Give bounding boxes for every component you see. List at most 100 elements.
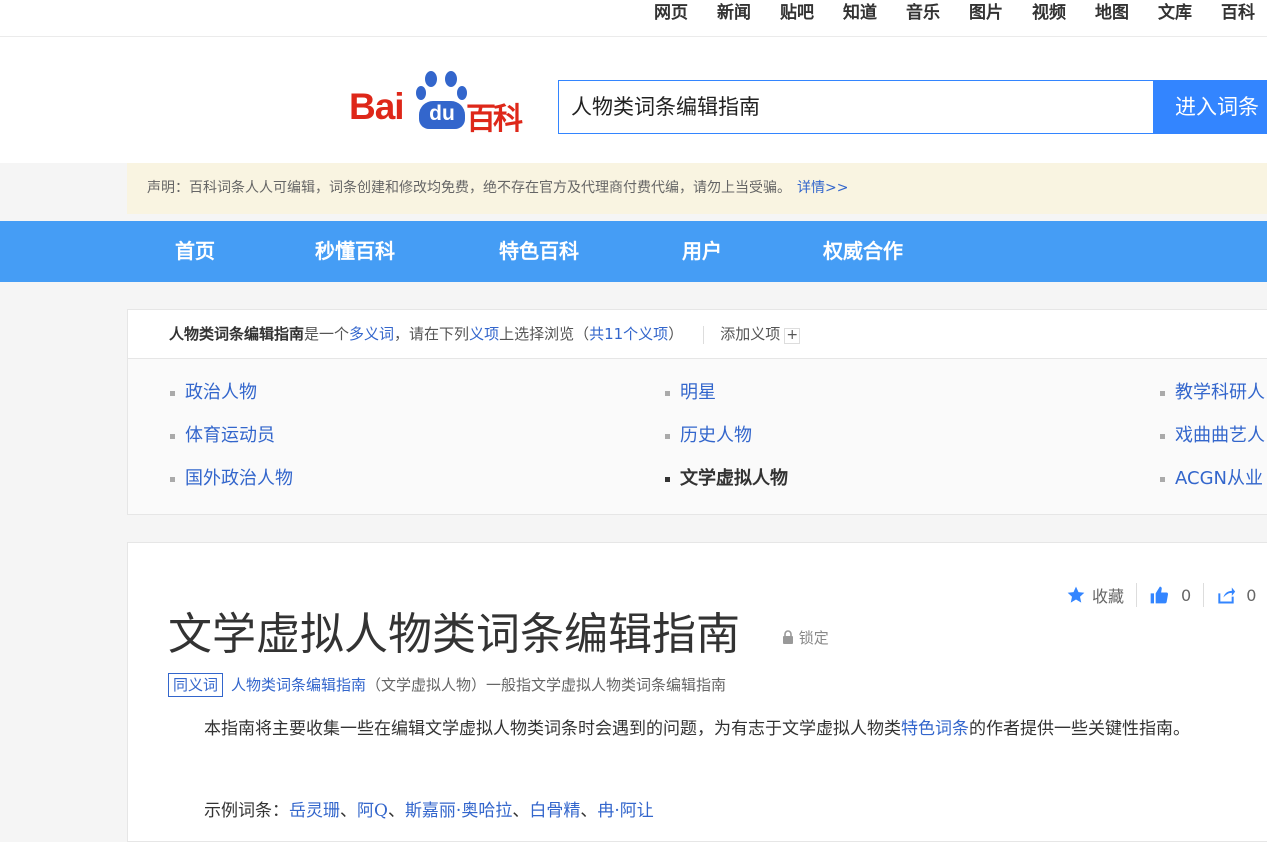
logo-baike-text: 百科 bbox=[466, 102, 523, 137]
polysemy-box: 人物类词条编辑指南是一个多义词，请在下列义项上选择浏览（共11个义项） 添加义项 +… bbox=[127, 309, 1267, 515]
bullet-icon bbox=[1160, 433, 1165, 439]
search-input[interactable]: 人物类词条编辑指南 bbox=[558, 80, 1154, 134]
divider bbox=[703, 325, 705, 344]
sense-label: 文学虚拟人物 bbox=[680, 468, 788, 489]
baidu-baike-logo[interactable]: Bai du 百科 bbox=[349, 70, 534, 137]
sense-label: 戏曲曲艺人 bbox=[1175, 425, 1265, 446]
sense-label: 明星 bbox=[680, 382, 716, 403]
like-button[interactable]: 0 bbox=[1149, 585, 1191, 605]
nav-featured[interactable]: 特色百科 bbox=[499, 237, 579, 265]
intro-paragraph: 本指南将主要收集一些在编辑文学虚拟人物类词条时会遇到的问题，为有志于文学虚拟人物… bbox=[168, 713, 1228, 745]
topnav-wenku[interactable]: 文库 bbox=[1158, 3, 1192, 23]
divider bbox=[1136, 583, 1138, 607]
star-icon bbox=[1067, 586, 1085, 603]
example-link[interactable]: 斯嘉丽·奥哈拉 bbox=[405, 801, 512, 821]
polysemy-text: 上选择浏览（ bbox=[499, 325, 590, 343]
sense-label: 政治人物 bbox=[185, 382, 257, 403]
para-text: 本指南将主要收集一些在编辑文学虚拟人物类词条时会遇到的问题，为有志于文学虚拟人物… bbox=[204, 719, 901, 739]
topnav-map[interactable]: 地图 bbox=[1095, 3, 1129, 23]
bullet-icon bbox=[170, 476, 175, 482]
topnav-news[interactable]: 新闻 bbox=[717, 3, 751, 23]
article-content: 收藏 0 0 文学虚拟人物类词条编辑指南 锁定 同义词 人物类词条编辑指南（文学虚… bbox=[127, 542, 1267, 842]
lock-label: 锁定 bbox=[798, 629, 829, 647]
polysemy-link[interactable]: 多义词 bbox=[349, 325, 394, 343]
separator: 、 bbox=[387, 801, 405, 821]
example-link[interactable]: 冉·阿让 bbox=[597, 801, 653, 821]
sense-item[interactable]: ACGN从业 bbox=[1160, 468, 1263, 490]
bullet-icon bbox=[1160, 390, 1165, 396]
bullet-icon bbox=[665, 476, 670, 482]
separator: 、 bbox=[340, 801, 357, 821]
logo-bai-text: Bai bbox=[349, 86, 405, 127]
nav-home[interactable]: 首页 bbox=[175, 237, 215, 265]
polysemy-header: 人物类词条编辑指南是一个多义词，请在下列义项上选择浏览（共11个义项） 添加义项 + bbox=[128, 310, 1267, 359]
main-nav: 首页 秒懂百科 特色百科 用户 权威合作 bbox=[0, 221, 1267, 282]
topnav-music[interactable]: 音乐 bbox=[906, 3, 940, 23]
thumbs-up-icon bbox=[1150, 586, 1169, 604]
sense-label: 历史人物 bbox=[680, 425, 752, 446]
top-nav: 网页 新闻 贴吧 知道 音乐 图片 视频 地图 文库 百科 bbox=[654, 3, 1267, 23]
top-bar: 网页 新闻 贴吧 知道 音乐 图片 视频 地图 文库 百科 bbox=[0, 0, 1267, 37]
bullet-icon bbox=[1160, 476, 1165, 482]
logo-du-text: du bbox=[419, 101, 465, 129]
sense-label: 体育运动员 bbox=[185, 425, 275, 446]
example-link[interactable]: 白骨精 bbox=[529, 801, 580, 821]
polysemy-term: 人物类词条编辑指南 bbox=[169, 325, 305, 343]
topnav-zhidao[interactable]: 知道 bbox=[843, 3, 877, 23]
nav-miaodong[interactable]: 秒懂百科 bbox=[315, 237, 395, 265]
topnav-video[interactable]: 视频 bbox=[1032, 3, 1066, 23]
sense-label: ACGN从业 bbox=[1175, 468, 1263, 489]
notice-details-link[interactable]: 详情>> bbox=[797, 180, 848, 196]
bullet-icon bbox=[170, 390, 175, 396]
bullet-icon bbox=[170, 433, 175, 439]
topnav-baike[interactable]: 百科 bbox=[1221, 3, 1255, 23]
para-text: 的作者提供一些关键性指南。 bbox=[969, 719, 1190, 739]
notice-text: 声明：百科词条人人可编辑，词条创建和修改均免费，绝不存在官方及代理商付费代编，请… bbox=[147, 180, 791, 196]
topnav-tieba[interactable]: 贴吧 bbox=[780, 3, 814, 23]
bullet-icon bbox=[665, 433, 670, 439]
sense-item[interactable]: 历史人物 bbox=[665, 425, 752, 447]
example-link[interactable]: 岳灵珊 bbox=[289, 801, 340, 821]
topnav-images[interactable]: 图片 bbox=[969, 3, 1003, 23]
share-count: 0 bbox=[1246, 585, 1257, 605]
sense-count-link[interactable]: 共11个义项 bbox=[589, 325, 668, 343]
lock-status: 锁定 bbox=[782, 627, 829, 648]
sense-label: 教学科研人 bbox=[1175, 382, 1265, 403]
add-sense-label: 添加义项 bbox=[720, 325, 781, 343]
enter-entry-button[interactable]: 进入词条 bbox=[1153, 80, 1267, 134]
synonym-link[interactable]: 人物类词条编辑指南 bbox=[231, 676, 366, 694]
separator: 、 bbox=[580, 801, 598, 821]
sense-item[interactable]: 明星 bbox=[665, 382, 716, 404]
lock-icon bbox=[783, 630, 793, 644]
featured-entry-link[interactable]: 特色词条 bbox=[901, 719, 969, 739]
share-button[interactable]: 0 bbox=[1216, 585, 1256, 605]
sense-label: 国外政治人物 bbox=[185, 468, 293, 489]
sense-item[interactable]: 戏曲曲艺人 bbox=[1160, 425, 1265, 447]
examples-label: 示例词条： bbox=[204, 801, 289, 821]
synonym-line: 同义词 人物类词条编辑指南（文学虚拟人物）一般指文学虚拟人物类词条编辑指南 bbox=[168, 673, 726, 697]
sense-link[interactable]: 义项 bbox=[469, 325, 499, 343]
article-tools: 收藏 0 0 bbox=[1066, 583, 1256, 607]
notice-bar: 声明：百科词条人人可编辑，词条创建和修改均免费，绝不存在官方及代理商付费代编，请… bbox=[127, 163, 1267, 214]
sense-item[interactable]: 体育运动员 bbox=[170, 425, 275, 447]
polysemy-text: 是一个 bbox=[304, 325, 350, 343]
synonym-tag[interactable]: 同义词 bbox=[168, 673, 224, 697]
sense-item-current: 文学虚拟人物 bbox=[665, 468, 788, 490]
divider bbox=[1203, 583, 1205, 607]
example-entries: 示例词条：岳灵珊、阿Q、斯嘉丽·奥哈拉、白骨精、冉·阿让 bbox=[204, 797, 654, 825]
synonym-text: （文学虚拟人物）一般指文学虚拟人物类词条编辑指南 bbox=[366, 676, 727, 694]
sense-item[interactable]: 国外政治人物 bbox=[170, 468, 293, 490]
example-link[interactable]: 阿Q bbox=[357, 801, 388, 821]
sense-item[interactable]: 教学科研人 bbox=[1160, 382, 1265, 404]
nav-users[interactable]: 用户 bbox=[682, 237, 722, 265]
add-sense-button[interactable]: 添加义项 + bbox=[720, 325, 801, 344]
plus-icon: + bbox=[784, 328, 801, 344]
bullet-icon bbox=[665, 390, 670, 396]
polysemy-text: ，请在下列 bbox=[394, 325, 470, 343]
header: Bai du 百科 人物类词条编辑指南 进入词条 bbox=[0, 37, 1267, 163]
nav-partners[interactable]: 权威合作 bbox=[823, 237, 903, 265]
collect-label: 收藏 bbox=[1092, 587, 1125, 606]
collect-button[interactable]: 收藏 bbox=[1066, 583, 1124, 607]
topnav-web[interactable]: 网页 bbox=[654, 3, 688, 23]
sense-item[interactable]: 政治人物 bbox=[170, 382, 257, 404]
